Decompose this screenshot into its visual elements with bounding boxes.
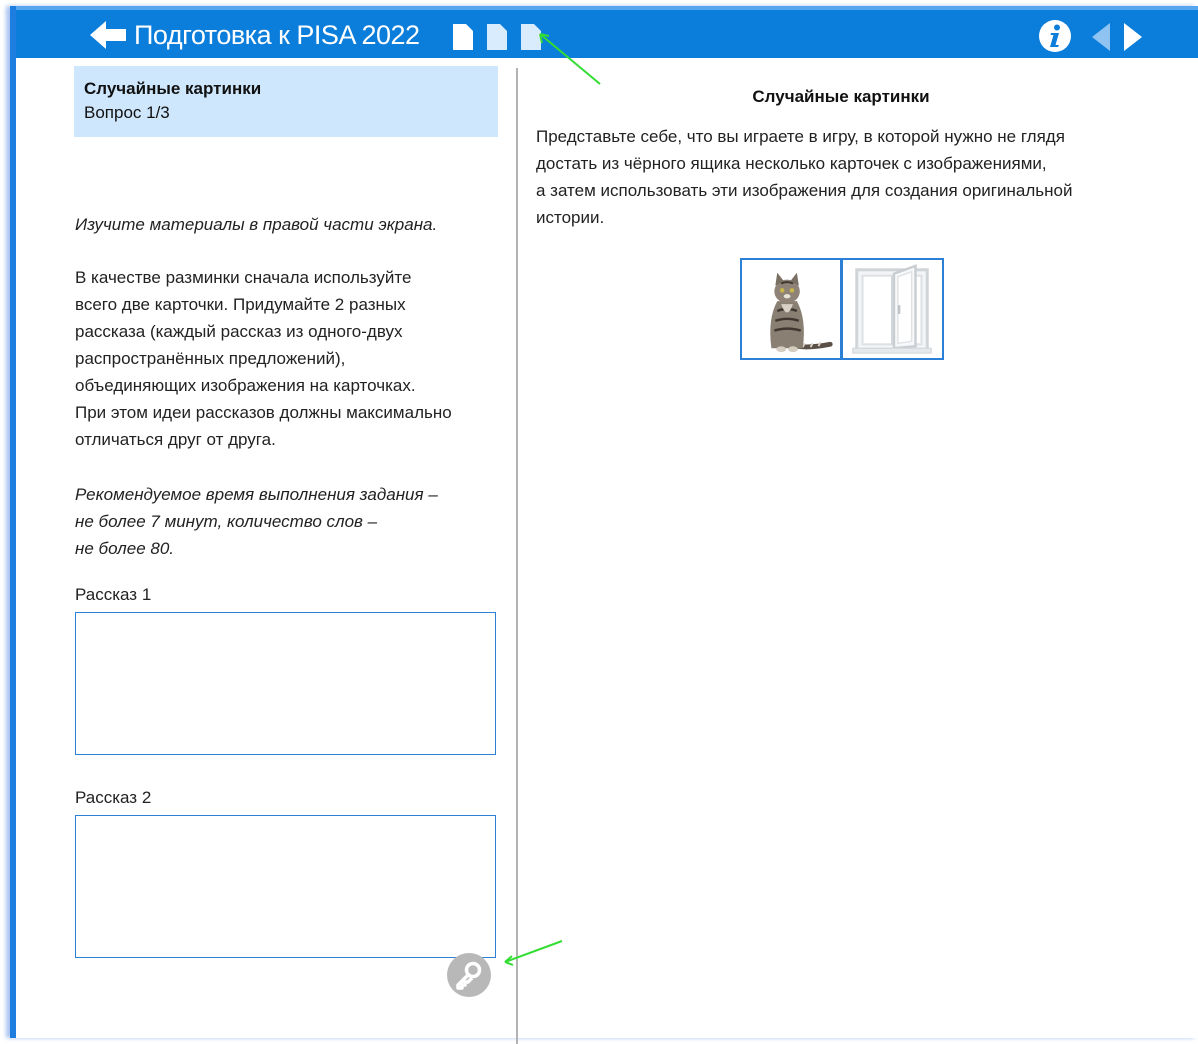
top-bar: Подготовка к PISA 2022 — [16, 6, 1198, 58]
panel-divider[interactable] — [516, 68, 518, 1044]
app-window: Подготовка к PISA 2022 Случайные картинк… — [10, 6, 1198, 1044]
question-header: Случайные картинки Вопрос 1/3 — [74, 66, 498, 137]
question-title: Случайные картинки — [84, 79, 262, 98]
recommendation-line: не более 7 минут, количество слов – — [75, 512, 378, 531]
task-line: отличаться друг от друга. — [75, 430, 276, 449]
story-1-label: Рассказ 1 — [75, 585, 152, 604]
story-1-input[interactable] — [75, 612, 496, 755]
window-image — [852, 264, 932, 354]
page-icon[interactable] — [486, 23, 508, 51]
instruction-text: Изучите материалы в правой части экрана. — [75, 215, 438, 234]
task-line: При этом идеи рассказов должны максималь… — [75, 403, 452, 422]
page-icon[interactable] — [452, 23, 474, 51]
page-icon[interactable] — [520, 23, 542, 51]
recommendation-text: Рекомендуемое время выполнения задания –… — [75, 481, 505, 562]
task-line: всего две карточки. Придумайте 2 разных — [75, 295, 406, 314]
recommendation-line: не более 80. — [75, 539, 175, 558]
task-line: распространённых предложений), — [75, 349, 346, 368]
task-text: В качестве разминки сначала используйте … — [75, 264, 505, 453]
story-2-input[interactable] — [75, 815, 496, 958]
back-arrow-icon[interactable] — [90, 20, 128, 50]
cat-image — [770, 272, 833, 353]
card-cat — [740, 258, 842, 360]
card-window — [842, 258, 944, 360]
recommendation-line: Рекомендуемое время выполнения задания – — [75, 485, 438, 504]
key-icon[interactable] — [446, 952, 492, 998]
prev-arrow-icon[interactable] — [1090, 22, 1112, 52]
app-title: Подготовка к PISA 2022 — [134, 20, 420, 50]
picture-cards — [740, 258, 945, 360]
materials-text: Представьте себе, что вы играете в игру,… — [536, 123, 1156, 231]
materials-line: достать из чёрного ящика несколько карто… — [536, 154, 1047, 173]
info-icon[interactable] — [1038, 19, 1072, 53]
materials-line: истории. — [536, 208, 605, 227]
task-line: рассказа (каждый рассказ из одного-двух — [75, 322, 403, 341]
materials-line: Представьте себе, что вы играете в игру,… — [536, 127, 1065, 146]
story-2-label: Рассказ 2 — [75, 788, 152, 807]
materials-title: Случайные картинки — [752, 87, 930, 106]
task-line: объединяющих изображения на карточках. — [75, 376, 416, 395]
materials-line: а затем использовать эти изображения для… — [536, 181, 1073, 200]
question-number: Вопрос 1/3 — [84, 103, 170, 122]
task-line: В качестве разминки сначала используйте — [75, 268, 412, 287]
next-arrow-icon[interactable] — [1122, 22, 1144, 52]
